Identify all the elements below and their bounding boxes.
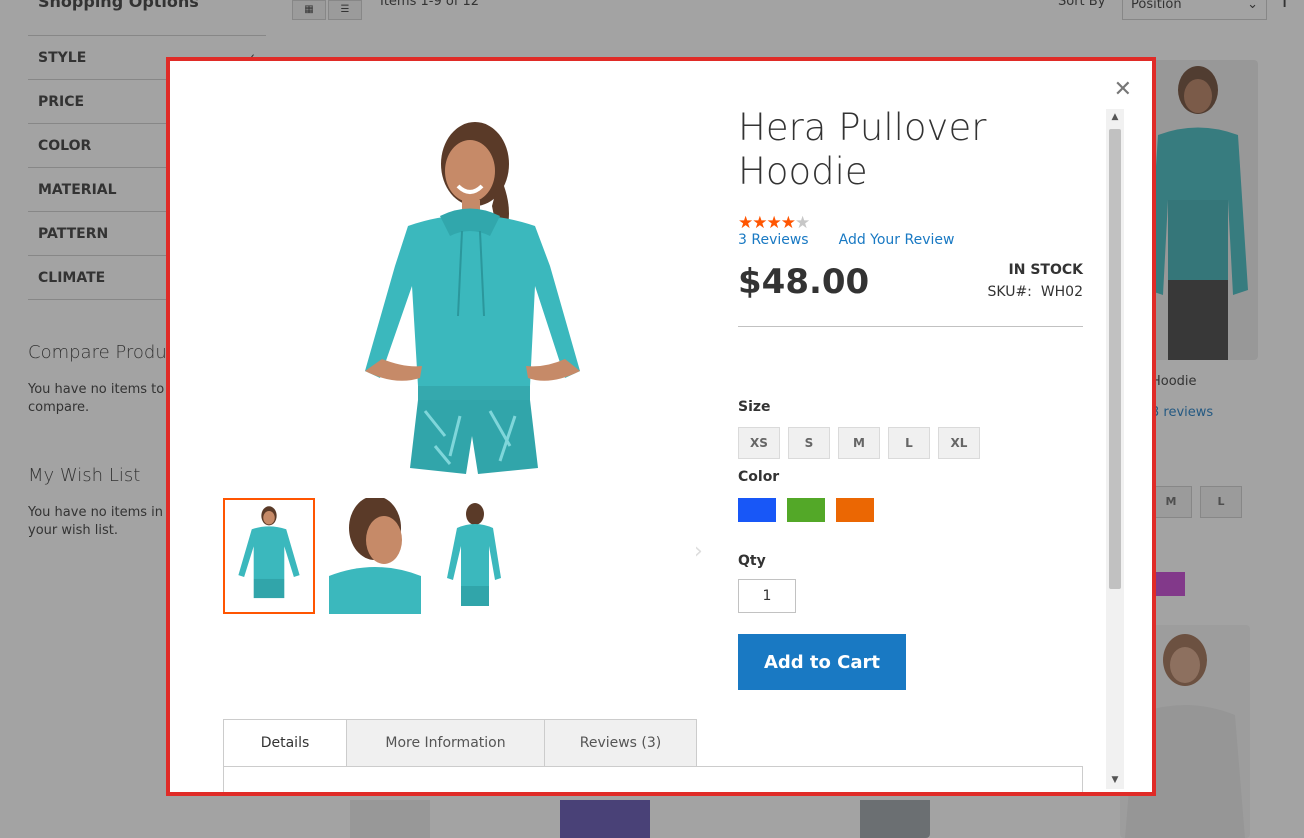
- price-row: $48.00 IN STOCK SKU#: WH02: [738, 262, 1083, 327]
- tab-reviews[interactable]: Reviews (3): [544, 719, 697, 767]
- size-xs[interactable]: XS: [738, 427, 780, 459]
- color-label: Color: [738, 469, 780, 485]
- reviews-link[interactable]: 3 Reviews: [738, 232, 809, 248]
- size-s[interactable]: S: [788, 427, 830, 459]
- product-info: Hera Pullover Hoodie ★★★★★ 3 Reviews Add …: [738, 106, 1083, 327]
- size-l[interactable]: L: [888, 427, 930, 459]
- main-product-image[interactable]: [350, 116, 610, 498]
- thumbnail-2[interactable]: [329, 498, 421, 614]
- sku-label: SKU#:: [987, 284, 1032, 300]
- scroll-thumb[interactable]: [1109, 129, 1121, 589]
- color-swatch-blue[interactable]: [738, 498, 776, 522]
- rating-stars: ★★★★★: [738, 214, 1083, 232]
- chevron-down-icon[interactable]: ▼: [1106, 772, 1124, 789]
- star-icon: ★: [752, 213, 767, 233]
- size-label: Size: [738, 399, 771, 415]
- quick-view-modal: ✕ ▲ ▼ › Hera Pullover Hoodie ★★★★★ 3 Rev…: [166, 57, 1156, 796]
- thumbnail-1[interactable]: [223, 498, 315, 614]
- product-price: $48.00: [738, 262, 870, 302]
- color-swatch-green[interactable]: [787, 498, 825, 522]
- star-icon: ★: [795, 213, 810, 233]
- color-swatch-orange[interactable]: [836, 498, 874, 522]
- add-review-link[interactable]: Add Your Review: [839, 232, 955, 248]
- thumbnail-3[interactable]: [435, 498, 527, 614]
- sku: SKU#: WH02: [988, 284, 1083, 300]
- review-links: 3 Reviews Add Your Review: [738, 232, 1083, 248]
- star-icon: ★: [738, 213, 753, 233]
- product-title: Hera Pullover Hoodie: [738, 106, 987, 193]
- tab-content: [223, 766, 1083, 792]
- stock-status: IN STOCK: [1008, 262, 1083, 278]
- modal-scrollbar[interactable]: ▲ ▼: [1106, 109, 1124, 789]
- size-xl[interactable]: XL: [938, 427, 980, 459]
- chevron-right-icon[interactable]: ›: [694, 539, 703, 564]
- close-icon[interactable]: ✕: [1114, 79, 1132, 101]
- sku-value: WH02: [1040, 284, 1083, 300]
- chevron-up-icon[interactable]: ▲: [1106, 109, 1124, 126]
- tab-details[interactable]: Details: [223, 719, 347, 767]
- size-m[interactable]: M: [838, 427, 880, 459]
- tab-more-information[interactable]: More Information: [346, 719, 545, 767]
- add-to-cart-button[interactable]: Add to Cart: [738, 634, 906, 690]
- star-icon: ★: [766, 213, 782, 233]
- half-star-icon: ★: [780, 213, 796, 233]
- qty-label: Qty: [738, 553, 766, 569]
- qty-input[interactable]: 1: [738, 579, 796, 613]
